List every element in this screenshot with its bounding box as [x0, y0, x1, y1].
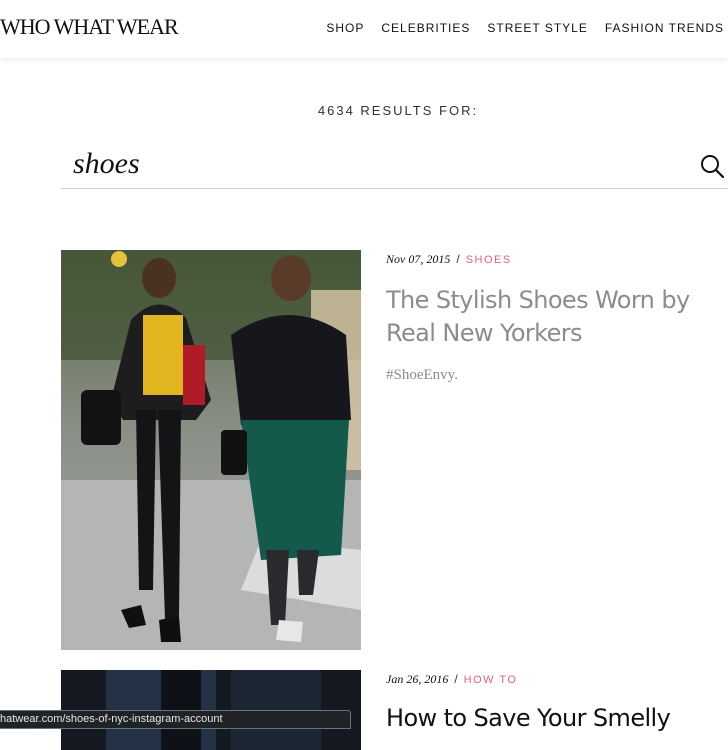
nav-item-shop[interactable]: SHOP	[326, 21, 364, 35]
article-title[interactable]: How to Save Your Smelly	[386, 702, 716, 735]
search-bar	[61, 140, 728, 189]
article-dek: #ShoeEnvy.	[386, 367, 458, 383]
meta-separator: /	[454, 672, 458, 686]
nav-item-fashion-trends[interactable]: FASHION TRENDS	[605, 21, 724, 35]
results-count: 4634 RESULTS FOR:	[317, 103, 479, 118]
article-category-link[interactable]: HOW TO	[464, 674, 518, 686]
article-title[interactable]: The Stylish Shoes Worn by Real New Yorke…	[386, 284, 716, 350]
article-image[interactable]	[61, 250, 361, 650]
link-preview-status-bar: hatwear.com/shoes-of-nyc-instagram-accou…	[0, 710, 351, 729]
site-logo[interactable]: WHO WHAT WEAR	[0, 14, 179, 40]
article-date: Nov 07, 2015	[386, 252, 451, 266]
search-input[interactable]	[73, 142, 673, 186]
article-date: Jan 26, 2016	[386, 672, 449, 686]
nav-item-celebrities[interactable]: CELEBRITIES	[381, 21, 470, 35]
site-header: WHO WHAT WEAR SHOP CELEBRITIES STREET ST…	[0, 0, 728, 58]
search-icon[interactable]	[700, 154, 724, 178]
street-photo	[61, 250, 361, 650]
article-category-link[interactable]: SHOES	[466, 254, 512, 266]
article-meta: Nov 07, 2015 / SHOES	[386, 250, 512, 268]
nav-item-street-style[interactable]: STREET STYLE	[487, 21, 587, 35]
meta-separator: /	[456, 252, 460, 266]
main-nav: SHOP CELEBRITIES STREET STYLE FASHION TR…	[326, 21, 724, 35]
article-card: Nov 07, 2015 / SHOES The Stylish Shoes Wor…	[61, 250, 728, 650]
article-meta: Jan 26, 2016 / HOW TO	[386, 670, 518, 688]
